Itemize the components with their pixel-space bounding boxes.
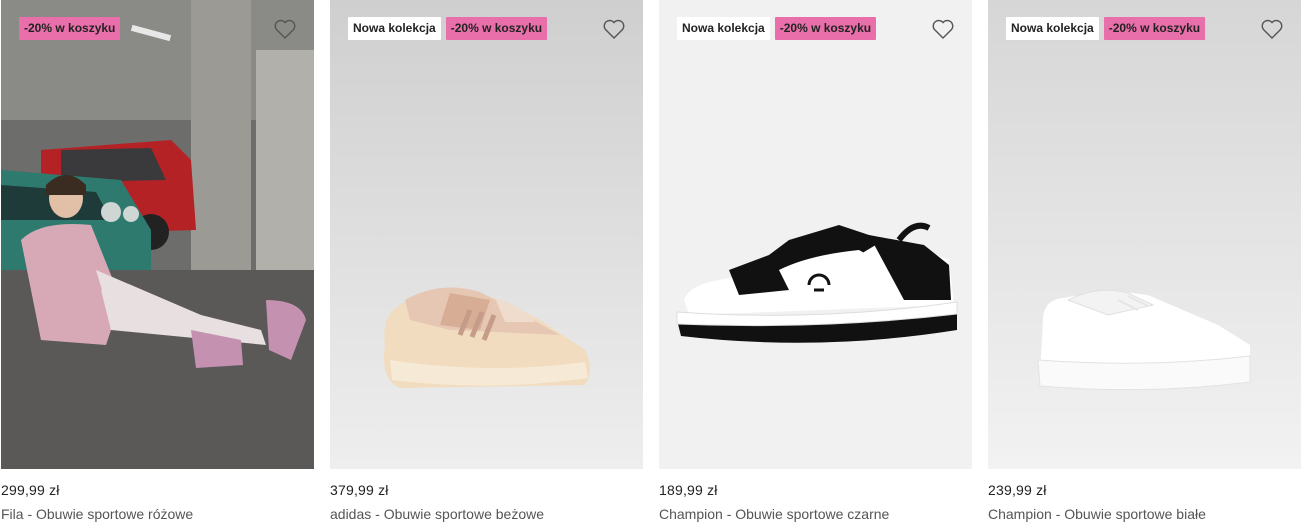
- new-collection-badge: Nowa kolekcja: [677, 17, 770, 40]
- product-card-adidas[interactable]: Nowa kolekcja -20% w koszyku 379,99 zł a…: [330, 0, 644, 524]
- lifestyle-photo: [1, 0, 314, 469]
- black-white-sneaker-image: [659, 0, 972, 469]
- white-sneaker-image: [988, 0, 1301, 469]
- product-image[interactable]: [1, 0, 314, 469]
- product-price: 299,99 zł: [1, 482, 60, 498]
- product-card-champion-white[interactable]: Nowa kolekcja -20% w koszyku 239,99 zł C…: [988, 0, 1302, 524]
- product-image[interactable]: [330, 0, 643, 469]
- product-name[interactable]: Fila - Obuwie sportowe różowe: [1, 506, 193, 522]
- product-name[interactable]: Champion - Obuwie sportowe czarne: [659, 506, 889, 522]
- product-card-champion-black[interactable]: Nowa kolekcja -20% w koszyku 189,99 zł C…: [659, 0, 973, 524]
- product-name[interactable]: adidas - Obuwie sportowe beżowe: [330, 506, 544, 522]
- new-collection-badge: Nowa kolekcja: [1006, 17, 1099, 40]
- discount-badge: -20% w koszyku: [774, 17, 877, 40]
- heart-outline-icon[interactable]: [602, 18, 626, 40]
- product-price: 189,99 zł: [659, 482, 718, 498]
- new-collection-badge: Nowa kolekcja: [348, 17, 441, 40]
- discount-badge: -20% w koszyku: [19, 17, 121, 40]
- heart-outline-icon[interactable]: [273, 18, 297, 40]
- discount-badge: -20% w koszyku: [445, 17, 548, 40]
- product-image[interactable]: [988, 0, 1301, 469]
- product-image[interactable]: [659, 0, 972, 469]
- product-price: 379,99 zł: [330, 482, 389, 498]
- product-card-fila[interactable]: -20% w koszyku 299,99 zł Fila - Obuwie s…: [1, 0, 315, 524]
- product-name[interactable]: Champion - Obuwie sportowe białe: [988, 506, 1206, 522]
- discount-badge: -20% w koszyku: [1103, 17, 1206, 40]
- product-price: 239,99 zł: [988, 482, 1047, 498]
- heart-outline-icon[interactable]: [1260, 18, 1284, 40]
- heart-outline-icon[interactable]: [931, 18, 955, 40]
- beige-sneaker-image: [330, 0, 643, 469]
